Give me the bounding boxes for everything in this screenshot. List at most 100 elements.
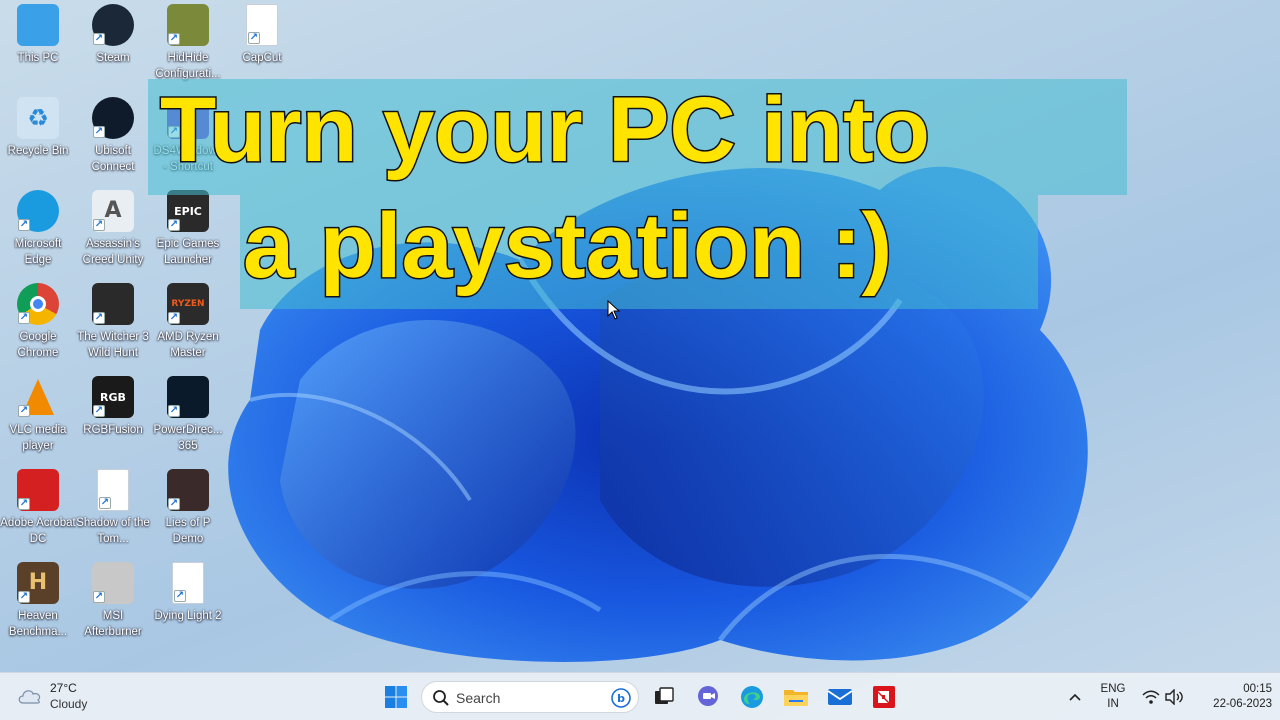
weather-condition: Cloudy — [50, 697, 88, 711]
language-code: ENG — [1100, 683, 1126, 695]
desktop-icon-label: Steam — [96, 52, 130, 64]
taskbar: 27°C Cloudy b — [0, 672, 1280, 720]
weather-widget[interactable]: 27°C Cloudy — [14, 679, 104, 715]
desktop-icon-label: The Witcher 3 Wild Hunt — [77, 331, 149, 359]
taskbar-amd-software-button[interactable] — [868, 681, 900, 713]
shortcut-arrow-icon: ↗ — [93, 219, 105, 231]
search-input[interactable] — [456, 688, 596, 708]
desktop-icon[interactable]: ↗ Steam — [75, 2, 151, 92]
icon-glyph: RYZEN — [171, 298, 205, 309]
msi-afterburner-icon: ↗ — [92, 562, 134, 604]
icon-glyph: H — [28, 570, 48, 595]
shortcut-arrow-icon: ↗ — [248, 32, 260, 44]
desktop-icon-label: VLC media player — [9, 424, 67, 452]
task-view-icon — [655, 687, 674, 704]
edge-icon: ↗ — [17, 190, 59, 232]
desktop-icon-label: Adobe Acrobat DC — [0, 517, 76, 545]
epic-games-icon: EPIC ↗ — [167, 190, 209, 232]
desktop-icon-label: Heaven Benchma... — [8, 610, 68, 638]
heaven-benchmark-icon: H ↗ — [17, 562, 59, 604]
desktop-icon[interactable]: ↗ MSI Afterburner — [75, 560, 151, 650]
desktop-icon[interactable]: This PC — [0, 2, 76, 92]
taskbar-file-explorer-button[interactable] — [780, 681, 812, 713]
clock-date: 22-06-2023 — [1213, 698, 1272, 710]
desktop-icon[interactable]: ↗ Ubisoft Connect — [75, 95, 151, 185]
desktop-icon[interactable]: ↗ Adobe Acrobat DC — [0, 467, 76, 557]
desktop-icon-label: Shadow of the Tom... — [76, 517, 150, 545]
desktop-icon[interactable]: ↗ Dying Light 2 — [150, 560, 226, 650]
search-icon — [433, 690, 449, 706]
bing-chat-icon: b — [611, 688, 631, 708]
shortcut-arrow-icon: ↗ — [18, 405, 30, 417]
icon-glyph: RGB — [100, 390, 126, 404]
taskbar-search-box[interactable]: b — [421, 681, 639, 713]
powerdirector-icon: ↗ — [167, 376, 209, 418]
desktop-icon[interactable]: ♻ Recycle Bin — [0, 95, 76, 185]
desktop-icon[interactable]: H ↗ Heaven Benchma... — [0, 560, 76, 650]
desktop-icon[interactable]: RYZEN ↗ AMD Ryzen Master — [150, 281, 226, 371]
desktop-icon-label: Epic Games Launcher — [156, 238, 220, 266]
blank-file-icon: ↗ — [172, 562, 204, 604]
mouse-cursor-icon — [607, 300, 621, 320]
svg-text:b: b — [617, 692, 625, 705]
desktop-icon[interactable]: RGB ↗ RGBFusion — [75, 374, 151, 464]
shortcut-arrow-icon: ↗ — [18, 312, 30, 324]
shortcut-arrow-icon: ↗ — [93, 591, 105, 603]
desktop-icon-label: Assassin's Creed Unity — [82, 238, 144, 266]
desktop-icon[interactable]: ↗ Shadow of the Tom... — [75, 467, 151, 557]
show-hidden-icons-button[interactable] — [1064, 681, 1086, 713]
desktop-icon-label: RGBFusion — [83, 424, 143, 436]
folder-icon — [784, 690, 808, 706]
task-view-button[interactable] — [648, 681, 680, 713]
chrome-center-dot — [30, 296, 46, 312]
desktop-icon-label: Microsoft Edge — [14, 238, 62, 266]
taskbar-edge-button[interactable] — [736, 681, 768, 713]
language-indicator[interactable]: ENG IN — [1094, 681, 1132, 713]
desktop-icon-label: HidHide Configurati... — [155, 52, 221, 80]
icon-glyph: ♻ — [27, 104, 49, 132]
assassins-creed-icon: A ↗ — [92, 190, 134, 232]
acrobat-icon: ↗ — [17, 469, 59, 511]
desktop-icon-label: Recycle Bin — [7, 145, 69, 157]
ryzen-master-icon: RYZEN ↗ — [167, 283, 209, 325]
desktop-icon[interactable]: ↗ VLC media player — [0, 374, 76, 464]
teams-chat-icon — [698, 686, 718, 706]
mail-icon — [827, 689, 853, 705]
desktop-icon[interactable]: EPIC ↗ Epic Games Launcher — [150, 188, 226, 278]
teams-chat-button[interactable] — [692, 681, 724, 713]
witcher-icon: ↗ — [92, 283, 134, 325]
recycle-bin-icon: ♻ — [17, 97, 59, 139]
monitor-icon — [17, 4, 59, 46]
volume-icon — [1165, 689, 1183, 705]
network-volume-tray[interactable] — [1140, 681, 1186, 713]
shortcut-arrow-icon: ↗ — [18, 498, 30, 510]
blank-file-icon: ↗ — [97, 469, 129, 511]
caption-line-2: a playstation :) — [241, 195, 893, 298]
start-button[interactable] — [380, 681, 412, 713]
chevron-up-icon — [1069, 693, 1081, 701]
icon-glyph: A — [104, 198, 122, 223]
shortcut-arrow-icon: ↗ — [93, 33, 105, 45]
shortcut-arrow-icon: ↗ — [168, 405, 180, 417]
desktop-icon[interactable]: ↗ Microsoft Edge — [0, 188, 76, 278]
desktop-icon[interactable]: ↗ Google Chrome — [0, 281, 76, 371]
rgbfusion-icon: RGB ↗ — [92, 376, 134, 418]
clock[interactable]: 00:15 22-06-2023 — [1194, 681, 1272, 713]
desktop-icon-label: Google Chrome — [17, 331, 59, 359]
chrome-icon: ↗ — [17, 283, 59, 325]
desktop-icon-label: This PC — [17, 52, 59, 64]
capcut-icon: ↗ — [246, 4, 278, 46]
hidhide-icon: ↗ — [167, 4, 209, 46]
shortcut-arrow-icon: ↗ — [93, 312, 105, 324]
desktop-icon[interactable]: ↗ The Witcher 3 Wild Hunt — [75, 281, 151, 371]
desktop-icon[interactable]: ↗ Lies of P Demo — [150, 467, 226, 557]
cloud-icon — [18, 690, 41, 704]
edge-icon — [741, 686, 763, 708]
wifi-icon — [1142, 690, 1160, 704]
shortcut-arrow-icon: ↗ — [18, 219, 30, 231]
shortcut-arrow-icon: ↗ — [168, 498, 180, 510]
desktop-icon[interactable]: ↗ PowerDirec... 365 — [150, 374, 226, 464]
desktop-icon[interactable]: A ↗ Assassin's Creed Unity — [75, 188, 151, 278]
taskbar-mail-button[interactable] — [824, 681, 856, 713]
clock-time: 00:15 — [1243, 683, 1272, 695]
